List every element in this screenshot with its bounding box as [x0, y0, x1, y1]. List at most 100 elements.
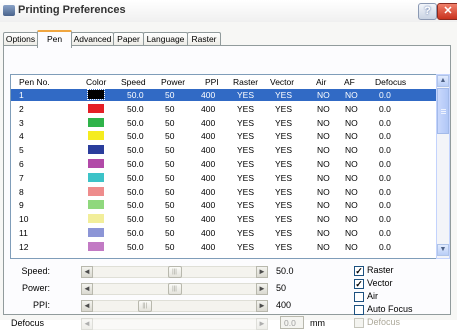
speed-decrease-icon[interactable]: ◄: [81, 266, 93, 278]
cell-af: NO: [345, 228, 358, 238]
pen-color-swatch[interactable]: [88, 103, 104, 113]
cell-power: 50: [165, 117, 175, 128]
scroll-thumb[interactable]: [437, 88, 449, 134]
cell-power: 50: [165, 90, 175, 100]
ppi-decrease-icon[interactable]: ◄: [81, 300, 93, 312]
defocus-value-field: 0.0: [280, 316, 304, 329]
cell-power: 50: [165, 186, 175, 197]
tab-advanced[interactable]: Advanced: [71, 32, 114, 46]
tab-paper[interactable]: Paper: [113, 32, 144, 46]
cell-af: NO: [345, 172, 358, 183]
pen-color-swatch[interactable]: [87, 89, 105, 100]
table-row[interactable]: 6 50.0 50 400 YES YES NO NO 0.0: [11, 158, 436, 170]
tab-pen[interactable]: Pen: [37, 30, 72, 48]
table-row[interactable]: 8 50.0 50 400 YES YES NO NO 0.0: [11, 186, 436, 198]
table-row[interactable]: 10 50.0 50 400 YES YES NO NO 0.0: [11, 213, 436, 225]
col-ppi: PPI: [205, 77, 219, 87]
pen-color-swatch[interactable]: [88, 228, 104, 237]
cell-power: 50: [165, 131, 175, 142]
pen-color-swatch[interactable]: [88, 172, 104, 182]
tab-language[interactable]: Language: [143, 32, 188, 46]
speed-slider[interactable]: ◄ ||| ►: [81, 266, 268, 278]
pen-color-swatch[interactable]: [88, 241, 104, 251]
pen-color-swatch[interactable]: [88, 214, 104, 224]
cell-af: NO: [345, 90, 358, 100]
cell-raster: YES: [237, 214, 255, 225]
pen-color-swatch[interactable]: [88, 145, 104, 155]
table-vertical-scrollbar[interactable]: ▲ ▼: [436, 74, 450, 259]
close-button[interactable]: ✕: [437, 3, 457, 20]
col-power: Power: [161, 77, 186, 87]
cell-vector: YES: [275, 200, 293, 211]
table-row[interactable]: 11 50.0 50 400 YES YES NO NO 0.0: [11, 227, 436, 239]
cell-ppi: 400: [201, 186, 216, 197]
pen-color-swatch[interactable]: [88, 131, 104, 141]
defocus-checkbox-label: Defocus: [367, 317, 401, 327]
cell-power: 50: [165, 228, 175, 238]
table-row[interactable]: 1 50.0 50 400 YES YES NO NO 0.0: [11, 89, 436, 101]
cell-raster: YES: [237, 200, 255, 211]
scroll-down-icon[interactable]: ▼: [437, 244, 449, 256]
cell-speed: 50.0: [127, 241, 144, 252]
cell-vector: YES: [275, 159, 293, 169]
cell-vector: YES: [275, 103, 293, 114]
power-decrease-icon[interactable]: ◄: [81, 283, 93, 295]
raster-checkbox-label[interactable]: Raster: [367, 265, 394, 275]
pen-color-swatch[interactable]: [88, 186, 104, 196]
vector-checkbox[interactable]: ✓: [354, 279, 364, 289]
cell-ppi: 400: [201, 172, 216, 183]
table-row[interactable]: 3 50.0 50 400 YES YES NO NO 0.0: [11, 117, 436, 129]
pen-table[interactable]: Pen No. Color Speed Power PPI Raster Vec…: [10, 74, 437, 259]
table-row[interactable]: 4 50.0 50 400 YES YES NO NO 0.0: [11, 130, 436, 142]
ppi-slider-thumb[interactable]: |||: [137, 300, 152, 312]
table-header: Pen No. Color Speed Power PPI Raster Vec…: [11, 75, 436, 89]
air-checkbox[interactable]: [354, 292, 364, 302]
cell-ppi: 400: [201, 103, 216, 114]
cell-pen: 4: [19, 131, 24, 142]
air-checkbox-label[interactable]: Air: [367, 291, 378, 301]
speed-label: Speed:: [21, 266, 50, 276]
cell-power: 50: [165, 172, 175, 183]
vector-checkbox-label[interactable]: Vector: [367, 278, 393, 288]
cell-ppi: 400: [201, 145, 216, 156]
cell-pen: 3: [19, 117, 24, 128]
cell-af: NO: [345, 131, 358, 142]
power-slider-thumb[interactable]: |||: [167, 283, 182, 295]
grip-line: [441, 111, 446, 112]
pen-color-swatch[interactable]: [88, 200, 104, 210]
table-row[interactable]: 12 50.0 50 400 YES YES NO NO 0.0: [11, 241, 436, 253]
cell-air: NO: [317, 214, 330, 225]
raster-checkbox[interactable]: ✓: [354, 266, 364, 276]
cell-defocus: 0.0: [379, 200, 391, 211]
table-row[interactable]: 5 50.0 50 400 YES YES NO NO 0.0: [11, 144, 436, 156]
window-title: Printing Preferences: [18, 4, 126, 16]
speed-increase-icon[interactable]: ►: [256, 266, 268, 278]
power-slider[interactable]: ◄ ||| ►: [81, 283, 268, 295]
tab-options[interactable]: Options: [3, 32, 38, 46]
cell-af: NO: [345, 241, 358, 252]
cell-power: 50: [165, 145, 175, 156]
auto-focus-checkbox[interactable]: [354, 305, 364, 315]
cell-speed: 50.0: [127, 159, 144, 169]
table-row[interactable]: 7 50.0 50 400 YES YES NO NO 0.0: [11, 172, 436, 184]
pen-tab-pane: Pen No. Color Speed Power PPI Raster Vec…: [3, 45, 451, 330]
help-button[interactable]: ?: [418, 3, 437, 20]
cell-raster: YES: [237, 145, 255, 156]
pen-color-swatch[interactable]: [88, 159, 104, 168]
power-value: 50: [276, 283, 287, 293]
cell-af: NO: [345, 214, 358, 225]
cell-speed: 50.0: [127, 186, 144, 197]
cell-defocus: 0.0: [379, 172, 391, 183]
cell-vector: YES: [275, 145, 293, 156]
scroll-up-icon[interactable]: ▲: [437, 75, 449, 87]
power-increase-icon[interactable]: ►: [256, 283, 268, 295]
ppi-slider[interactable]: ◄ ||| ►: [81, 300, 268, 312]
table-row[interactable]: 2 50.0 50 400 YES YES NO NO 0.0: [11, 103, 436, 115]
cell-raster: YES: [237, 186, 255, 197]
ppi-increase-icon[interactable]: ►: [256, 300, 268, 312]
pen-color-swatch[interactable]: [88, 117, 104, 127]
tab-raster[interactable]: Raster: [187, 32, 221, 46]
table-row[interactable]: 9 50.0 50 400 YES YES NO NO 0.0: [11, 199, 436, 211]
speed-slider-thumb[interactable]: |||: [167, 266, 182, 278]
auto-focus-checkbox-label[interactable]: Auto Focus: [367, 304, 413, 314]
